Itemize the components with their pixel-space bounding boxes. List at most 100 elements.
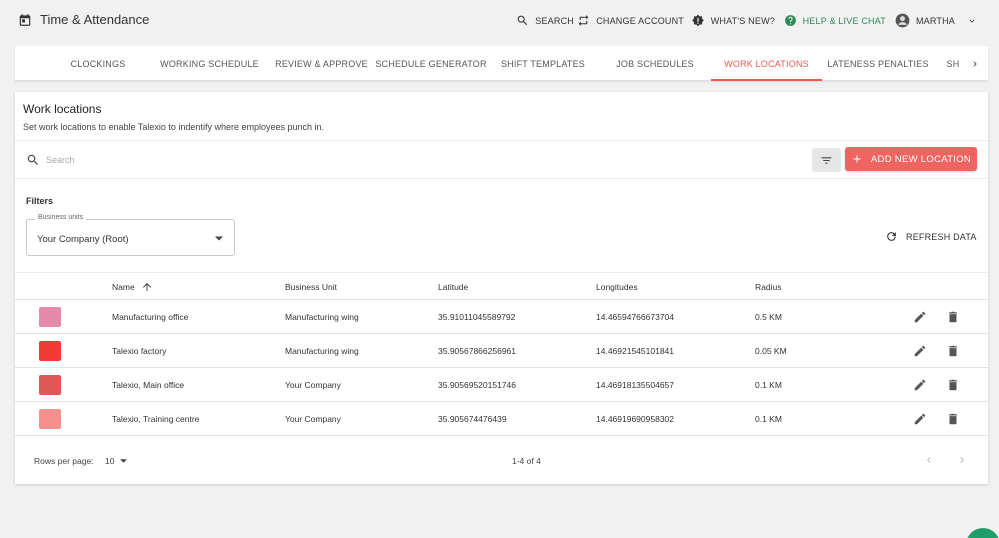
business-units-select[interactable]: Business units Your Company (Root) xyxy=(26,214,235,256)
page-title: Work locations xyxy=(23,102,102,116)
change-account-action[interactable]: CHANGE ACCOUNT xyxy=(577,14,684,27)
tab-lateness-penalties[interactable]: LATENESS PENALTIES xyxy=(827,46,929,81)
column-header-radius[interactable]: Radius xyxy=(755,273,781,300)
search-action[interactable]: SEARCH xyxy=(516,14,574,27)
filter-button[interactable] xyxy=(812,148,841,172)
refresh-icon xyxy=(885,230,898,243)
cell-radius: 0.5 KM xyxy=(755,311,782,322)
column-header-name-label: Name xyxy=(112,281,135,292)
table-row[interactable]: Manufacturing office Manufacturing wing … xyxy=(15,300,988,334)
cell-radius: 0.1 KM xyxy=(755,379,782,390)
delete-button[interactable] xyxy=(944,410,962,428)
edit-button[interactable] xyxy=(911,308,929,326)
cell-longitude: 14.46919690958302 xyxy=(596,413,674,424)
chat-fab-button[interactable] xyxy=(966,528,999,538)
edit-button[interactable] xyxy=(911,410,929,428)
column-header-name[interactable]: Name xyxy=(112,273,153,300)
calendar-icon xyxy=(18,13,32,27)
tab-overflow[interactable]: SH xyxy=(943,46,963,81)
chevron-right-icon xyxy=(970,59,980,69)
top-app-bar: Time & Attendance SEARCH CHANGE ACCOUNT … xyxy=(0,0,999,44)
cell-business-unit: Your Company xyxy=(285,413,341,424)
cell-radius: 0.1 KM xyxy=(755,413,782,424)
cell-business-unit: Your Company xyxy=(285,379,341,390)
add-new-location-button[interactable]: ADD NEW LOCATION xyxy=(845,147,977,171)
caret-down-icon xyxy=(120,459,128,463)
next-page-button[interactable] xyxy=(953,451,971,469)
business-units-value: Your Company (Root) xyxy=(37,234,129,245)
help-icon xyxy=(784,14,797,27)
pencil-icon xyxy=(913,412,927,426)
tab-clockings[interactable]: CLOCKINGS xyxy=(52,46,144,81)
business-units-legend: Business units xyxy=(35,214,87,221)
cell-name: Talexio factory xyxy=(112,345,167,356)
tab-working-schedule[interactable]: WORKING SCHEDULE xyxy=(157,46,262,81)
cell-latitude: 35.90569520151746 xyxy=(438,379,516,390)
pencil-icon xyxy=(913,310,927,324)
delete-button[interactable] xyxy=(944,308,962,326)
add-new-location-label: ADD NEW LOCATION xyxy=(870,153,972,165)
table-row[interactable]: Talexio, Training centre Your Company 35… xyxy=(15,402,988,436)
cell-longitude: 14.46921545101841 xyxy=(596,345,674,356)
location-color-swatch xyxy=(39,307,61,327)
work-locations-card: Work locations Set work locations to ena… xyxy=(15,92,988,484)
cell-name: Talexio, Main office xyxy=(112,379,185,390)
user-name: MARTHA xyxy=(915,15,955,26)
cell-business-unit: Manufacturing wing xyxy=(285,311,359,322)
column-header-latitude[interactable]: Latitude xyxy=(438,273,468,300)
search-toolbar: ADD NEW LOCATION xyxy=(15,140,988,179)
locations-table: Name Business Unit Latitude Longitudes R… xyxy=(15,272,988,436)
table-pagination: Rows per page: 10 1-4 of 4 xyxy=(15,447,988,473)
edit-button[interactable] xyxy=(911,342,929,360)
chevron-down-icon xyxy=(967,16,977,26)
rows-per-page-select[interactable]: 10 xyxy=(105,456,128,466)
previous-page-button[interactable] xyxy=(920,451,938,469)
plus-icon xyxy=(851,153,863,165)
cell-latitude: 35.905674476439 xyxy=(438,413,507,424)
cell-name: Talexio, Training centre xyxy=(112,413,200,424)
trash-icon xyxy=(946,310,960,324)
tab-schedule-generator[interactable]: SCHEDULE GENERATOR xyxy=(375,46,486,81)
filter-list-icon xyxy=(820,154,833,167)
search-input[interactable] xyxy=(46,151,346,169)
column-header-business-unit[interactable]: Business Unit xyxy=(285,273,337,300)
pagination-range: 1-4 of 4 xyxy=(512,456,541,466)
arrow-up-icon xyxy=(141,281,153,293)
cell-business-unit: Manufacturing wing xyxy=(285,345,359,356)
search-icon xyxy=(516,14,529,27)
delete-button[interactable] xyxy=(944,376,962,394)
location-color-swatch xyxy=(39,341,61,361)
rows-per-page-label: Rows per page: xyxy=(34,456,94,466)
table-row[interactable]: Talexio, Main office Your Company 35.905… xyxy=(15,368,988,402)
tab-shift-templates[interactable]: SHIFT TEMPLATES xyxy=(498,46,588,81)
chevron-left-icon xyxy=(923,454,935,466)
alert-badge-icon xyxy=(691,14,705,28)
table-row[interactable]: Talexio factory Manufacturing wing 35.90… xyxy=(15,334,988,368)
app-title-text: Time & Attendance xyxy=(40,12,150,27)
tab-scroll-right[interactable] xyxy=(968,46,982,81)
pencil-icon xyxy=(913,378,927,392)
whats-new-action[interactable]: WHAT'S NEW? xyxy=(691,14,775,28)
caret-down-icon xyxy=(215,236,223,241)
cell-longitude: 14.46594766673704 xyxy=(596,311,674,322)
cell-name: Manufacturing office xyxy=(112,311,189,322)
edit-button[interactable] xyxy=(911,376,929,394)
delete-button[interactable] xyxy=(944,342,962,360)
refresh-data-label: REFRESH DATA xyxy=(906,231,977,242)
tab-job-schedules[interactable]: JOB SCHEDULES xyxy=(613,46,697,81)
refresh-data-button[interactable]: REFRESH DATA xyxy=(885,230,977,243)
tab-work-locations[interactable]: WORK LOCATIONS xyxy=(711,46,822,81)
chevron-right-icon xyxy=(956,454,968,466)
pencil-icon xyxy=(913,344,927,358)
trash-icon xyxy=(946,412,960,426)
cell-radius: 0.05 KM xyxy=(755,345,787,356)
help-live-chat-action[interactable]: HELP & LIVE CHAT xyxy=(784,14,886,27)
swap-icon xyxy=(577,14,590,27)
location-color-swatch xyxy=(39,375,61,395)
tab-review-approve[interactable]: REVIEW & APPROVE xyxy=(273,46,370,81)
column-header-longitudes[interactable]: Longitudes xyxy=(596,273,638,300)
filters-label: Filters xyxy=(26,196,54,206)
rows-per-page-value: 10 xyxy=(105,456,115,466)
cell-latitude: 35.90567866256961 xyxy=(438,345,516,356)
user-menu[interactable]: MARTHA xyxy=(895,13,977,28)
